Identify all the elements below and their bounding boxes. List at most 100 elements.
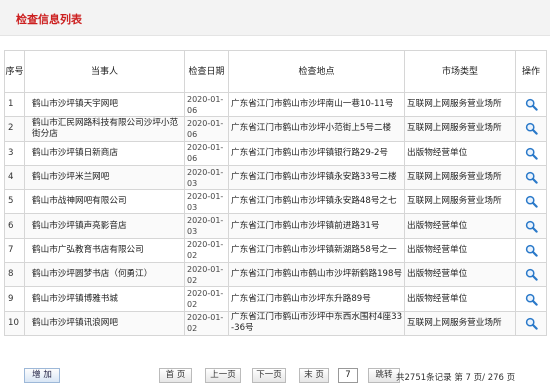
- page-title: 检查信息列表: [16, 13, 82, 26]
- cell-date: 2020-01-02: [184, 262, 229, 288]
- cell-date: 2020-01-02: [184, 237, 229, 264]
- record-summary: 共2751条记录 第 7 页/ 276 页: [396, 373, 516, 383]
- cell-date: 2020-01-06: [184, 116, 229, 142]
- cell-op: [515, 189, 547, 215]
- cell-party: 鹤山市沙坪镇博雅书城: [24, 286, 185, 312]
- header-bar: 检查信息列表: [0, 0, 550, 36]
- cell-party: 鹤山市沙坪镇日新商店: [24, 140, 185, 166]
- column-header-type: 市场类型: [404, 50, 516, 93]
- next-page-button[interactable]: 下一页: [252, 368, 286, 383]
- cell-address: 广东省江门市鹤山市沙坪南山一巷10-11号: [228, 91, 405, 118]
- cell-address: 广东省江门市鹤山市沙坪镇银行路29-2号: [228, 140, 405, 166]
- table-row: 9 鹤山市沙坪镇博雅书城 2020-01-02 广东省江门市鹤山市沙坪东升路89号 出版…: [4, 286, 547, 312]
- table-body: 1 鹤山市沙坪镇天宇网吧 2020-01-06 广东省江门市鹤山市沙坪南山一巷10-1…: [4, 91, 547, 336]
- cell-no: 1: [4, 91, 25, 118]
- cell-date: 2020-01-06: [184, 140, 229, 166]
- cell-op: [515, 140, 547, 166]
- cell-date: 2020-01-03: [184, 189, 229, 215]
- cell-party: 鹤山市战神网吧有限公司: [24, 189, 185, 215]
- cell-no: 4: [4, 164, 25, 191]
- cell-party: 鹤山市广弘教育书店有限公司: [24, 237, 185, 264]
- cell-op: [515, 213, 547, 239]
- cell-op: [515, 237, 547, 264]
- cell-address: 广东省江门市鹤山市沙坪镇前进路31号: [228, 213, 405, 239]
- table-row: 4 鹤山市沙坪米兰网吧 2020-01-03 广东省江门市鹤山市沙坪镇永安路33号二楼…: [4, 164, 547, 191]
- column-header-address: 检查地点: [228, 50, 405, 93]
- cell-address: 广东省江门市鹤山市沙坪中东西水围村4座33-36号: [228, 310, 405, 336]
- table-row: 8 鹤山市沙坪圆梦书店（何勇江） 2020-01-02 广东省江门市鹤山市鹤山市沙坪新…: [4, 262, 547, 288]
- cell-type: 出版物经营单位: [404, 237, 516, 264]
- column-header-op: 操作: [515, 50, 547, 93]
- cell-date: 2020-01-03: [184, 213, 229, 239]
- cell-date: 2020-01-02: [184, 310, 229, 336]
- cell-no: 2: [4, 116, 25, 142]
- cell-no: 5: [4, 189, 25, 215]
- magnifier-icon[interactable]: [525, 98, 538, 111]
- cell-type: 互联网上网服务营业场所: [404, 116, 516, 142]
- magnifier-icon[interactable]: [525, 268, 538, 281]
- table-row: 5 鹤山市战神网吧有限公司 2020-01-03 广东省江门市鹤山市沙坪镇永安路48号…: [4, 189, 547, 215]
- first-page-button[interactable]: 首 页: [159, 368, 192, 383]
- cell-party: 鹤山市沙坪镇天宇网吧: [24, 91, 185, 118]
- cell-party: 鹤山市沙坪米兰网吧: [24, 164, 185, 191]
- cell-party: 鹤山市汇民网路科技有限公司沙坪小范街分店: [24, 116, 185, 142]
- cell-type: 互联网上网服务营业场所: [404, 189, 516, 215]
- cell-no: 6: [4, 213, 25, 239]
- cell-address: 广东省江门市鹤山市沙坪小范街上5号二楼: [228, 116, 405, 142]
- magnifier-icon[interactable]: [525, 244, 538, 257]
- cell-party: 鹤山市沙坪圆梦书店（何勇江）: [24, 262, 185, 288]
- inspection-table-container: 序号 当事人 检查日期 检查地点 市场类型 操作 1 鹤山市沙坪镇天宇网吧 2020…: [4, 50, 547, 336]
- cell-no: 10: [4, 310, 25, 336]
- cell-op: [515, 262, 547, 288]
- page-number-input[interactable]: 7: [338, 368, 358, 383]
- table-row: 6 鹤山市沙坪镇声亮影音店 2020-01-03 广东省江门市鹤山市沙坪镇前进路31号…: [4, 213, 547, 239]
- add-button[interactable]: 增 加: [24, 368, 60, 383]
- pagination-bar: 增 加 首 页 上一页 下一页 末 页 7 跳转 共2751条记录 第 7 页/…: [4, 366, 546, 386]
- cell-type: 出版物经营单位: [404, 286, 516, 312]
- column-header-no: 序号: [4, 50, 25, 93]
- cell-date: 2020-01-02: [184, 286, 229, 312]
- cell-op: [515, 164, 547, 191]
- cell-no: 9: [4, 286, 25, 312]
- table-header-row: 序号 当事人 检查日期 检查地点 市场类型 操作: [4, 50, 547, 93]
- table-row: 3 鹤山市沙坪镇日新商店 2020-01-06 广东省江门市鹤山市沙坪镇银行路29-2…: [4, 140, 547, 166]
- column-header-date: 检查日期: [184, 50, 229, 93]
- magnifier-icon[interactable]: [525, 195, 538, 209]
- column-header-party: 当事人: [24, 50, 185, 93]
- magnifier-icon[interactable]: [525, 293, 538, 306]
- cell-op: [515, 286, 547, 312]
- magnifier-icon[interactable]: [525, 220, 538, 233]
- inspection-table: 序号 当事人 检查日期 检查地点 市场类型 操作 1 鹤山市沙坪镇天宇网吧 2020…: [4, 50, 547, 336]
- magnifier-icon[interactable]: [525, 317, 538, 330]
- inspection-list-page: 检查信息列表 序号 当事人 检查日期 检查地点 市场类型 操作 1 鹤山市沙坪镇天…: [0, 0, 550, 391]
- table-row: 7 鹤山市广弘教育书店有限公司 2020-01-02 广东省江门市鹤山市沙坪镇新湖路5…: [4, 237, 547, 264]
- magnifier-icon[interactable]: [525, 122, 538, 136]
- cell-type: 出版物经营单位: [404, 262, 516, 288]
- table-row: 2 鹤山市汇民网路科技有限公司沙坪小范街分店 2020-01-06 广东省江门市鹤山市…: [4, 116, 547, 142]
- cell-party: 鹤山市沙坪镇讯浪网吧: [24, 310, 185, 336]
- cell-address: 广东省江门市鹤山市鹤山市沙坪新鹤路198号: [228, 262, 405, 288]
- cell-type: 互联网上网服务营业场所: [404, 164, 516, 191]
- cell-type: 出版物经营单位: [404, 213, 516, 239]
- cell-no: 7: [4, 237, 25, 264]
- cell-date: 2020-01-03: [184, 164, 229, 191]
- cell-op: [515, 91, 547, 118]
- cell-no: 8: [4, 262, 25, 288]
- cell-address: 广东省江门市鹤山市沙坪镇永安路48号之七: [228, 189, 405, 215]
- cell-address: 广东省江门市鹤山市沙坪镇永安路33号二楼: [228, 164, 405, 191]
- cell-type: 互联网上网服务营业场所: [404, 310, 516, 336]
- cell-op: [515, 116, 547, 142]
- last-page-button[interactable]: 末 页: [299, 368, 329, 383]
- cell-address: 广东省江门市鹤山市沙坪东升路89号: [228, 286, 405, 312]
- cell-address: 广东省江门市鹤山市沙坪镇新湖路58号之一: [228, 237, 405, 264]
- magnifier-icon[interactable]: [525, 171, 538, 184]
- magnifier-icon[interactable]: [525, 147, 538, 160]
- cell-no: 3: [4, 140, 25, 166]
- table-row: 1 鹤山市沙坪镇天宇网吧 2020-01-06 广东省江门市鹤山市沙坪南山一巷10-1…: [4, 91, 547, 118]
- cell-party: 鹤山市沙坪镇声亮影音店: [24, 213, 185, 239]
- cell-op: [515, 310, 547, 336]
- cell-type: 互联网上网服务营业场所: [404, 91, 516, 118]
- cell-date: 2020-01-06: [184, 91, 229, 118]
- prev-page-button[interactable]: 上一页: [205, 368, 241, 383]
- table-row: 10 鹤山市沙坪镇讯浪网吧 2020-01-02 广东省江门市鹤山市沙坪中东西水围村4…: [4, 310, 547, 336]
